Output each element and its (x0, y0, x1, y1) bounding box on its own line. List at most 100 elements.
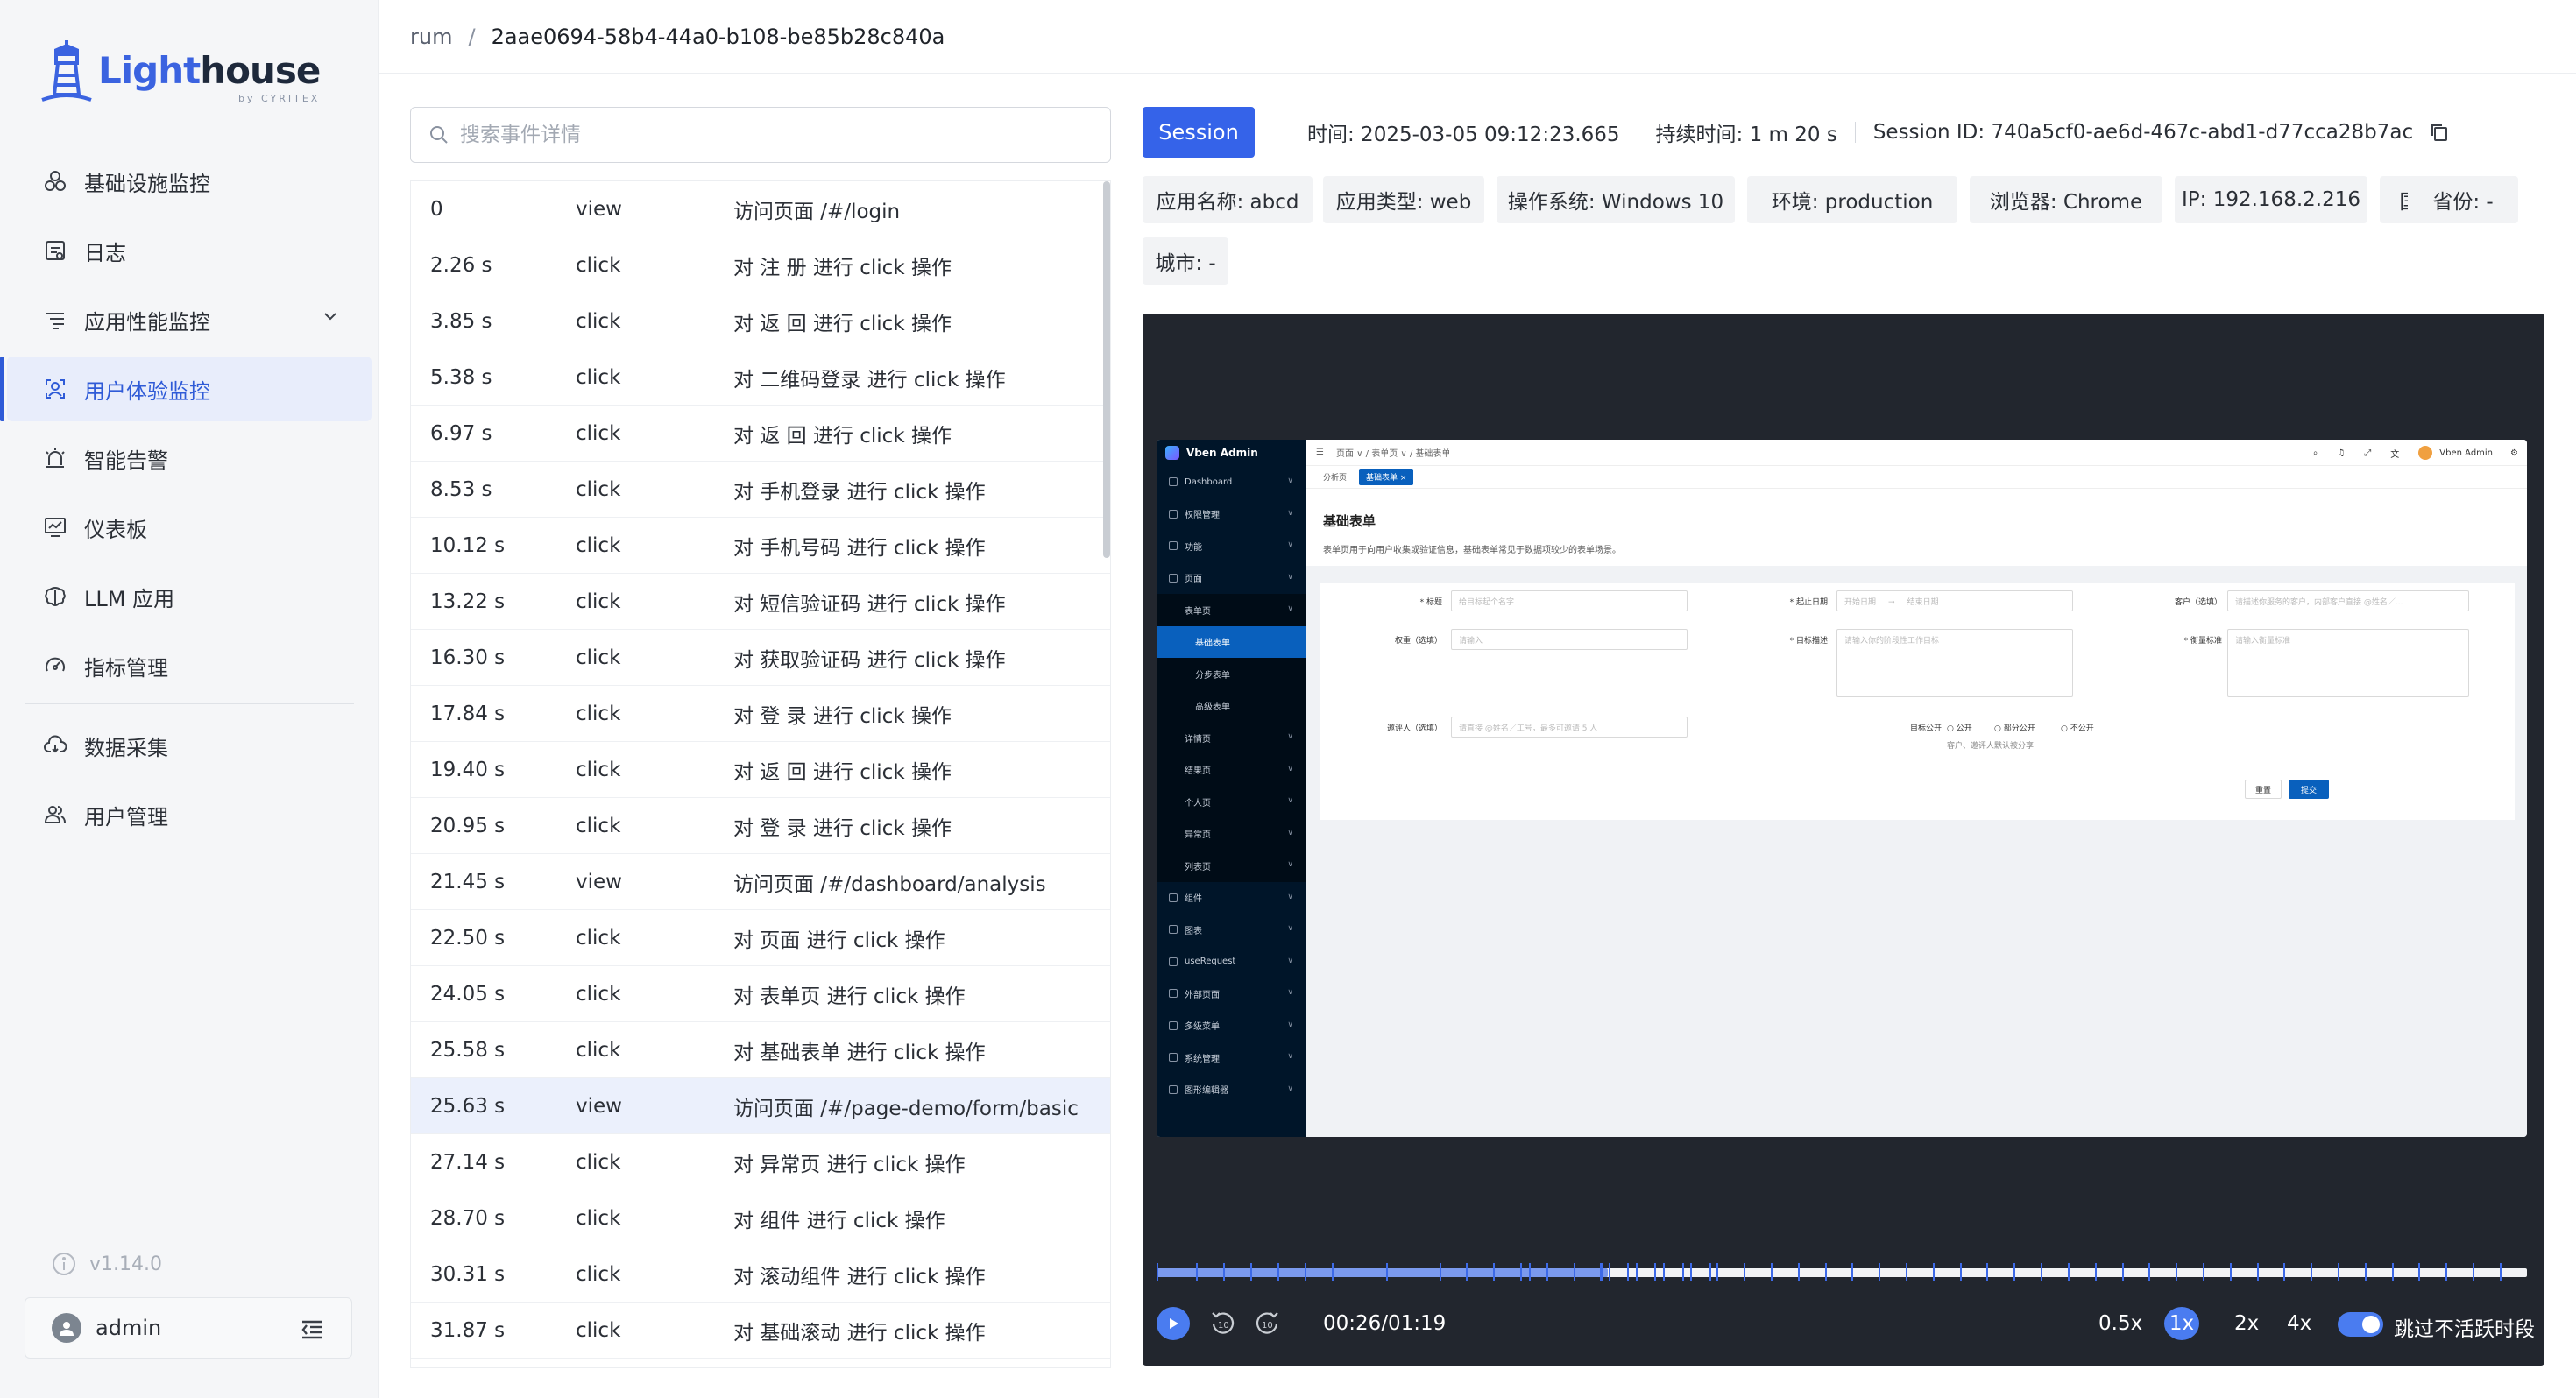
timeline-event-marker[interactable] (1627, 1263, 1630, 1281)
event-row[interactable]: 3.85 s click 对 返 回 进行 click 操作 (411, 293, 1110, 350)
event-row[interactable]: 22.50 s click 对 页面 进行 click 操作 (411, 910, 1110, 966)
event-row[interactable]: 5.38 s click 对 二维码登录 进行 click 操作 (411, 350, 1110, 406)
play-button[interactable] (1157, 1307, 1190, 1340)
logo[interactable]: Lighthouse by CYRITEX (40, 35, 321, 105)
timeline-event-marker[interactable] (2202, 1263, 2204, 1281)
timeline-event-marker[interactable] (2391, 1263, 2394, 1281)
timeline-event-marker[interactable] (2499, 1263, 2502, 1281)
timeline-event-marker[interactable] (1879, 1263, 1881, 1281)
event-row[interactable]: 21.45 s view 访问页面 /#/dashboard/analysis (411, 854, 1110, 910)
timeline-event-marker[interactable] (1824, 1263, 1827, 1281)
timeline-event-marker[interactable] (2041, 1263, 2043, 1281)
event-row[interactable]: 2.26 s click 对 注 册 进行 click 操作 (411, 237, 1110, 293)
timeline-event-marker[interactable] (1959, 1263, 1962, 1281)
event-row[interactable]: 20.95 s click 对 登 录 进行 click 操作 (411, 798, 1110, 854)
timeline-event-marker[interactable] (1277, 1263, 1279, 1281)
timeline-event-marker[interactable] (1249, 1263, 1252, 1281)
event-list-scrollbar[interactable] (1103, 181, 1110, 558)
timeline-event-marker[interactable] (1906, 1263, 1908, 1281)
timeline-event-marker[interactable] (1601, 1263, 1603, 1281)
timeline-event-marker[interactable] (1932, 1263, 1935, 1281)
timeline-event-marker[interactable] (2013, 1263, 2016, 1281)
event-row[interactable]: 0 view 访问页面 /#/login (411, 181, 1110, 237)
user-menu[interactable]: admin (25, 1297, 352, 1359)
event-row[interactable]: 8.53 s click 对 手机登录 进行 click 操作 (411, 462, 1110, 518)
timeline-event-marker[interactable] (2176, 1263, 2178, 1281)
event-row[interactable]: 17.84 s click 对 登 录 进行 click 操作 (411, 686, 1110, 742)
sidebar-item-metrics[interactable]: 指标管理 (7, 633, 372, 698)
timeline-event-marker[interactable] (1466, 1263, 1468, 1281)
sidebar-item-apm[interactable]: 应用性能监控 (7, 287, 372, 352)
event-row[interactable]: 28.70 s click 对 组件 进行 click 操作 (411, 1190, 1110, 1246)
timeline-event-marker[interactable] (1546, 1263, 1549, 1281)
timeline-event-marker[interactable] (1493, 1263, 1496, 1281)
timeline-event-marker[interactable] (2445, 1263, 2448, 1281)
timeline-event-marker[interactable] (1682, 1263, 1685, 1281)
timeline-event-marker[interactable] (1797, 1263, 1800, 1281)
timeline-event-marker[interactable] (1662, 1263, 1665, 1281)
timeline-event-marker[interactable] (1744, 1263, 1746, 1281)
timeline-event-marker[interactable] (1195, 1263, 1198, 1281)
sidebar-item-collect[interactable]: 数据采集 (7, 713, 372, 778)
sidebar-item-llm[interactable]: LLM 应用 (7, 564, 372, 629)
event-row[interactable]: 16.30 s click 对 获取验证码 进行 click 操作 (411, 630, 1110, 686)
chevron-down-icon[interactable] (321, 307, 340, 331)
event-row[interactable]: 10.12 s click 对 手机号码 进行 click 操作 (411, 518, 1110, 574)
timeline-event-marker[interactable] (2094, 1263, 2097, 1281)
event-row[interactable]: 31.87 s click 对 基础滚动 进行 click 操作 (411, 1303, 1110, 1359)
timeline-event-marker[interactable] (1986, 1263, 1989, 1281)
timeline-event-marker[interactable] (1574, 1263, 1576, 1281)
speed-1x[interactable]: 1x (2164, 1307, 2199, 1340)
search-input[interactable] (460, 124, 1073, 146)
avatar[interactable] (52, 1313, 81, 1343)
event-row[interactable]: 25.63 s view 访问页面 /#/page-demo/form/basic (411, 1078, 1110, 1134)
timeline-event-marker[interactable] (1689, 1263, 1692, 1281)
timeline-event-marker[interactable] (1332, 1263, 1334, 1281)
speed-4x[interactable]: 4x (2287, 1312, 2311, 1335)
event-row[interactable]: 25.58 s click 对 基础表单 进行 click 操作 (411, 1022, 1110, 1078)
timeline-event-marker[interactable] (2338, 1263, 2339, 1281)
event-row[interactable]: 30.31 s click 对 滚动组件 进行 click 操作 (411, 1246, 1110, 1303)
timeline-event-marker[interactable] (1223, 1263, 1226, 1281)
event-row[interactable]: 24.05 s click 对 表单页 进行 click 操作 (411, 966, 1110, 1022)
timeline-event-marker[interactable] (1439, 1263, 1441, 1281)
rewind-10-icon[interactable]: 10 (1207, 1308, 1239, 1339)
timeline-event-marker[interactable] (1304, 1263, 1306, 1281)
event-row[interactable]: 13.22 s click 对 短信验证码 进行 click 操作 (411, 574, 1110, 630)
timeline-event-marker[interactable] (1770, 1263, 1773, 1281)
copy-icon[interactable] (2429, 122, 2450, 143)
timeline-event-marker[interactable] (1157, 1263, 1158, 1281)
timeline-event-marker[interactable] (1716, 1263, 1719, 1281)
timeline-event-marker[interactable] (1385, 1263, 1388, 1281)
timeline-event-marker[interactable] (2473, 1263, 2475, 1281)
timeline-event-marker[interactable] (1519, 1263, 1522, 1281)
timeline-event-marker[interactable] (1851, 1263, 1854, 1281)
timeline-event-marker[interactable] (2418, 1263, 2421, 1281)
session-button[interactable]: Session (1143, 107, 1255, 158)
event-search[interactable] (410, 107, 1111, 163)
timeline-event-marker[interactable] (2229, 1263, 2232, 1281)
sidebar-item-log[interactable]: 日志 (7, 218, 372, 283)
timeline-event-marker[interactable] (2283, 1263, 2286, 1281)
timeline-event-marker[interactable] (2256, 1263, 2259, 1281)
collapse-sidebar-icon[interactable] (299, 1316, 325, 1342)
event-row[interactable]: 27.14 s click 对 异常页 进行 click 操作 (411, 1134, 1110, 1190)
replay-timeline[interactable] (1157, 1263, 2527, 1281)
timeline-event-marker[interactable] (2067, 1263, 2070, 1281)
timeline-event-marker[interactable] (1635, 1263, 1638, 1281)
timeline-event-marker[interactable] (2148, 1263, 2151, 1281)
timeline-event-marker[interactable] (1709, 1263, 1711, 1281)
timeline-event-marker[interactable] (2121, 1263, 2124, 1281)
timeline-event-marker[interactable] (1654, 1263, 1657, 1281)
skip-inactive-toggle[interactable] (2338, 1312, 2383, 1337)
speed-2x[interactable]: 2x (2234, 1312, 2259, 1335)
event-row[interactable]: 6.97 s click 对 返 回 进行 click 操作 (411, 406, 1110, 462)
timeline-event-marker[interactable] (1609, 1263, 1611, 1281)
sidebar-item-user-experience[interactable]: 用户体验监控 (0, 357, 372, 421)
sidebar-item-dashboard[interactable]: 仪表板 (7, 495, 372, 560)
breadcrumb-root[interactable]: rum (410, 25, 452, 49)
timeline-event-marker[interactable] (2311, 1263, 2313, 1281)
replay-viewport[interactable]: Vben Admin Dashboard ∨ 权限管理 ∨ 功能 ∨ 页面 ∨ 表单页 ∨ 基础表单… (1157, 440, 2527, 1137)
sidebar-item-infrastructure[interactable]: 基础设施监控 (7, 149, 372, 214)
timeline-event-marker[interactable] (2364, 1263, 2367, 1281)
